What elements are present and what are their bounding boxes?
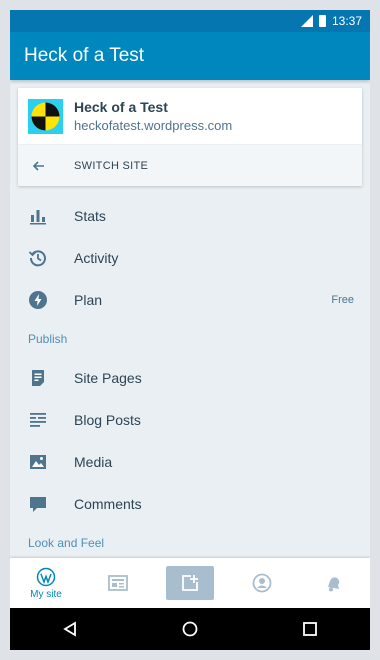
back-icon[interactable] <box>62 621 78 637</box>
site-blavatar-icon <box>28 98 63 134</box>
signal-icon <box>300 15 313 27</box>
menu-label-plan: Plan <box>74 292 103 308</box>
bottom-navigation: My site <box>10 558 370 608</box>
recents-icon[interactable] <box>302 621 318 637</box>
wordpress-icon <box>36 567 56 586</box>
section-header-look-and-feel: Look and Feel <box>28 536 105 550</box>
menu-item-stats[interactable]: Stats <box>10 195 370 237</box>
site-pages-icon <box>32 370 44 386</box>
tab-my-site[interactable]: My site <box>10 558 82 608</box>
reader-icon <box>108 575 128 591</box>
menu-item-media[interactable]: Media <box>10 441 370 483</box>
tab-me[interactable] <box>226 558 298 608</box>
section-header-publish: Publish <box>28 332 68 346</box>
menu-item-comments[interactable]: Comments <box>10 483 370 525</box>
notifications-icon <box>328 577 340 592</box>
write-icon <box>182 575 198 591</box>
menu-item-plan[interactable]: Plan Free <box>10 279 370 321</box>
tab-my-site-label: My site <box>30 588 62 600</box>
menu-label-comments: Comments <box>74 496 142 512</box>
tab-reader[interactable] <box>82 558 154 608</box>
switch-site-label: SWITCH SITE <box>74 159 149 172</box>
site-url: heckofatest.wordpress.com <box>74 118 233 133</box>
menu-label-site-pages: Site Pages <box>74 370 142 386</box>
menu-label-media: Media <box>74 454 113 470</box>
plan-icon <box>29 291 47 309</box>
media-icon <box>30 455 46 469</box>
system-navigation-bar <box>10 608 370 650</box>
site-name: Heck of a Test <box>74 99 168 115</box>
comments-icon <box>30 497 46 512</box>
site-info: Heck of a Test heckofatest.wordpress.com <box>74 99 232 133</box>
stats-icon <box>30 210 46 225</box>
write-button[interactable] <box>166 566 214 600</box>
menu-item-blog-posts[interactable]: Blog Posts <box>10 399 370 441</box>
phone-screen: 13:37 Heck of a Test Heck of a Test heck… <box>10 10 370 650</box>
switch-site-button[interactable]: SWITCH SITE <box>18 144 362 186</box>
site-header[interactable]: Heck of a Test heckofatest.wordpress.com <box>18 88 362 144</box>
arrow-left-icon <box>32 160 44 171</box>
activity-icon <box>28 250 46 267</box>
menu-item-site-pages[interactable]: Site Pages <box>10 357 370 399</box>
site-card: Heck of a Test heckofatest.wordpress.com… <box>18 88 362 186</box>
menu-item-activity[interactable]: Activity <box>10 237 370 279</box>
home-icon[interactable] <box>182 621 198 637</box>
plan-badge: Free <box>331 294 354 306</box>
menu-label-activity: Activity <box>74 250 119 266</box>
menu-label-stats: Stats <box>74 208 106 224</box>
page-title: Heck of a Test <box>24 45 145 66</box>
me-icon <box>252 573 272 593</box>
tab-write[interactable] <box>154 558 226 608</box>
blog-posts-icon <box>30 413 46 427</box>
battery-icon <box>318 15 326 27</box>
tab-notifications[interactable] <box>298 558 370 608</box>
status-bar: 13:37 <box>10 10 370 32</box>
app-bar: Heck of a Test <box>10 32 370 80</box>
status-time: 13:37 <box>331 14 362 28</box>
menu-label-blog-posts: Blog Posts <box>74 412 141 428</box>
